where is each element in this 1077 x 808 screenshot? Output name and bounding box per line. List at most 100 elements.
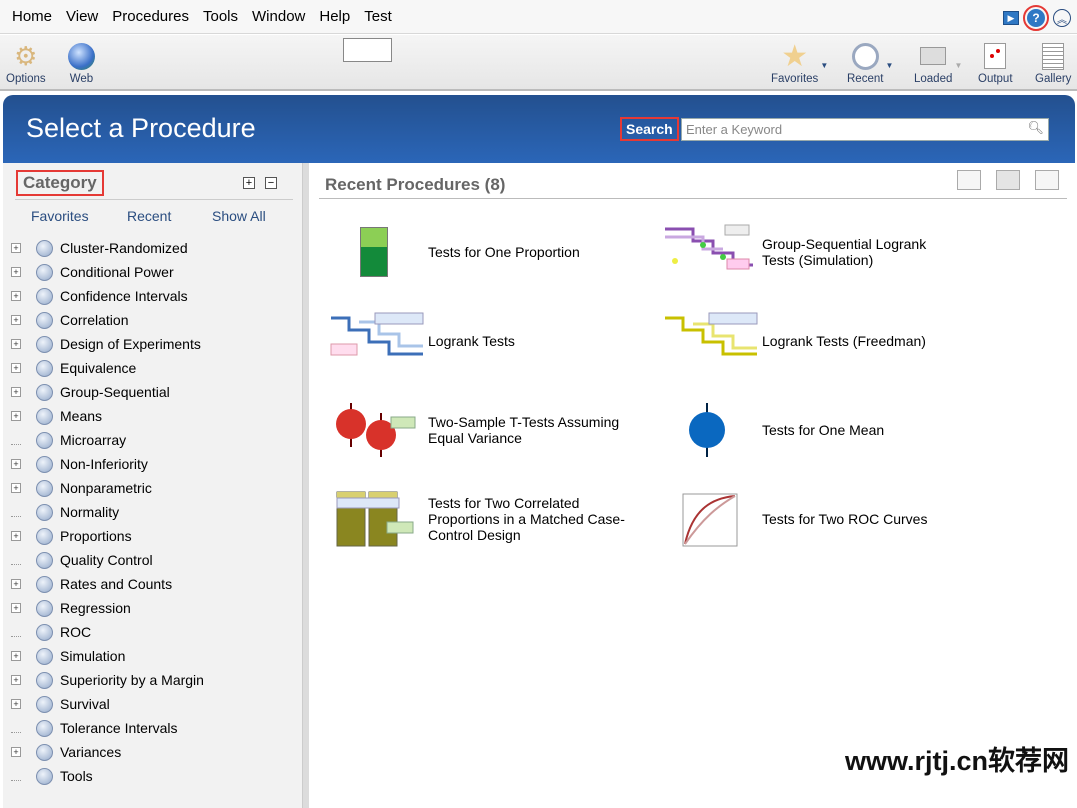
category-icon bbox=[36, 575, 53, 593]
tree-item-label: Variances bbox=[60, 744, 122, 760]
tree-item[interactable]: Normality bbox=[11, 500, 204, 524]
search-placeholder: Enter a Keyword bbox=[686, 122, 783, 137]
procedure-item[interactable]: Tests for One Proportion bbox=[329, 221, 580, 283]
expand-icon[interactable]: + bbox=[11, 459, 21, 469]
dropdown-arrow-icon[interactable]: ▼ bbox=[820, 61, 828, 70]
tree-item[interactable]: + Confidence Intervals bbox=[11, 284, 204, 308]
expand-icon[interactable]: + bbox=[11, 651, 21, 661]
category-icon bbox=[36, 263, 53, 281]
gs-logrank-sim-icon bbox=[663, 221, 759, 283]
tree-item[interactable]: Microarray bbox=[11, 428, 204, 452]
tree-item-label: Non-Inferiority bbox=[60, 456, 148, 472]
category-icon bbox=[36, 239, 53, 257]
favorites-button[interactable]: ★ Favorites ▼ bbox=[771, 39, 828, 86]
search-button[interactable]: Search bbox=[620, 117, 679, 141]
tree-item[interactable]: + Correlation bbox=[11, 308, 204, 332]
tree-item[interactable]: Quality Control bbox=[11, 548, 204, 572]
menu-view[interactable]: View bbox=[59, 8, 105, 25]
tree-item[interactable]: ROC bbox=[11, 620, 204, 644]
gallery-label: Gallery bbox=[1035, 73, 1072, 85]
tree-item[interactable]: + Variances bbox=[11, 740, 204, 764]
play-icon[interactable]: ▶ bbox=[1003, 11, 1019, 25]
windows-icon bbox=[920, 39, 947, 73]
tree-item[interactable]: + Design of Experiments bbox=[11, 332, 204, 356]
expand-all-icon[interactable]: + bbox=[243, 177, 255, 189]
expand-icon[interactable]: + bbox=[11, 603, 21, 613]
tree-item[interactable]: + Means bbox=[11, 404, 204, 428]
expand-icon[interactable]: + bbox=[11, 363, 21, 373]
category-title: Category bbox=[16, 170, 104, 196]
expand-icon[interactable]: + bbox=[11, 243, 21, 253]
expand-icon[interactable]: + bbox=[11, 747, 21, 757]
tree-item[interactable]: + Survival bbox=[11, 692, 204, 716]
procedure-item[interactable]: Group-Sequential Logrank Tests (Simulati… bbox=[663, 221, 942, 283]
tree-item[interactable]: + Simulation bbox=[11, 644, 204, 668]
category-icon bbox=[36, 599, 53, 617]
options-button[interactable]: ⚙ Options bbox=[6, 39, 46, 86]
tree-item[interactable]: + Nonparametric bbox=[11, 476, 204, 500]
expand-icon[interactable]: + bbox=[11, 483, 21, 493]
tree-item-label: Cluster-Randomized bbox=[60, 240, 188, 256]
tree-item[interactable]: + Group-Sequential bbox=[11, 380, 204, 404]
menu-bar: Home View Procedures Tools Window Help T… bbox=[0, 0, 1077, 34]
web-button[interactable]: Web bbox=[68, 39, 95, 85]
procedure-item[interactable]: Logrank Tests bbox=[329, 310, 515, 372]
expand-icon[interactable]: + bbox=[11, 315, 21, 325]
output-button[interactable]: Output bbox=[978, 39, 1013, 85]
tree-item[interactable]: Tolerance Intervals bbox=[11, 716, 204, 740]
list-view-icon[interactable] bbox=[957, 170, 981, 190]
help-icon[interactable]: ? bbox=[1023, 5, 1049, 31]
search-input[interactable]: Enter a Keyword 🔍︎ bbox=[681, 118, 1049, 141]
search-icon[interactable]: 🔍︎ bbox=[1027, 120, 1044, 136]
procedure-item[interactable]: Tests for Two ROC Curves bbox=[663, 488, 927, 550]
dropdown-arrow-icon[interactable]: ▼ bbox=[886, 61, 894, 70]
collapse-ribbon-icon[interactable]: ︽ bbox=[1053, 9, 1071, 27]
gallery-button[interactable]: Gallery bbox=[1035, 39, 1071, 85]
watermark: www.rjtj.cn软荐网 bbox=[844, 746, 1069, 776]
expand-icon[interactable]: + bbox=[11, 675, 21, 685]
expand-icon[interactable]: + bbox=[11, 339, 21, 349]
expand-icon[interactable]: + bbox=[11, 699, 21, 709]
menu-tools[interactable]: Tools bbox=[196, 8, 245, 25]
gallery-view-icon[interactable] bbox=[1035, 170, 1059, 190]
expand-icon[interactable]: + bbox=[11, 387, 21, 397]
procedure-label: Tests for One Mean bbox=[762, 422, 885, 438]
procedure-label: Tests for Two Correlated Proportions in … bbox=[428, 495, 625, 543]
procedure-item[interactable]: Two-Sample T-Tests Assuming Equal Varian… bbox=[329, 399, 628, 461]
tree-item[interactable]: + Rates and Counts bbox=[11, 572, 204, 596]
procedure-item[interactable]: Logrank Tests (Freedman) bbox=[663, 310, 926, 372]
favorites-label: Favorites bbox=[771, 73, 819, 85]
tree-item[interactable]: + Regression bbox=[11, 596, 204, 620]
loaded-button[interactable]: Loaded ▼ bbox=[914, 39, 962, 85]
expand-icon[interactable]: + bbox=[11, 579, 21, 589]
output-label: Output bbox=[978, 73, 1013, 85]
recent-link[interactable]: Recent bbox=[127, 208, 171, 224]
recent-button[interactable]: Recent ▼ bbox=[847, 39, 893, 85]
expand-icon[interactable]: + bbox=[11, 411, 21, 421]
tree-item[interactable]: + Proportions bbox=[11, 524, 204, 548]
menu-procedures[interactable]: Procedures bbox=[105, 8, 196, 25]
expand-icon[interactable]: + bbox=[11, 291, 21, 301]
favorites-link[interactable]: Favorites bbox=[31, 208, 89, 224]
collapse-all-icon[interactable]: − bbox=[265, 177, 277, 189]
tree-item[interactable]: + Cluster-Randomized bbox=[11, 236, 204, 260]
page-title: Select a Procedure bbox=[26, 113, 256, 143]
procedure-item[interactable]: Tests for One Mean bbox=[663, 399, 884, 461]
expand-icon[interactable]: + bbox=[11, 267, 21, 277]
tree-item[interactable]: + Superiority by a Margin bbox=[11, 668, 204, 692]
menu-help[interactable]: Help bbox=[312, 8, 357, 25]
expand-icon[interactable]: + bbox=[11, 531, 21, 541]
dropdown-arrow-icon[interactable]: ▼ bbox=[954, 61, 962, 70]
show-all-link[interactable]: Show All bbox=[212, 208, 266, 224]
detail-view-icon[interactable] bbox=[996, 170, 1020, 190]
tree-item[interactable]: + Equivalence bbox=[11, 356, 204, 380]
tree-item[interactable]: + Conditional Power bbox=[11, 260, 204, 284]
tree-item[interactable]: + Non-Inferiority bbox=[11, 452, 204, 476]
menu-test[interactable]: Test bbox=[357, 8, 399, 25]
clock-icon bbox=[851, 39, 879, 73]
menu-home[interactable]: Home bbox=[5, 8, 59, 25]
menu-window[interactable]: Window bbox=[245, 8, 312, 25]
procedure-item[interactable]: Tests for Two Correlated Proportions in … bbox=[329, 488, 628, 550]
blank-field[interactable] bbox=[343, 38, 392, 62]
tree-item[interactable]: Tools bbox=[11, 764, 204, 788]
